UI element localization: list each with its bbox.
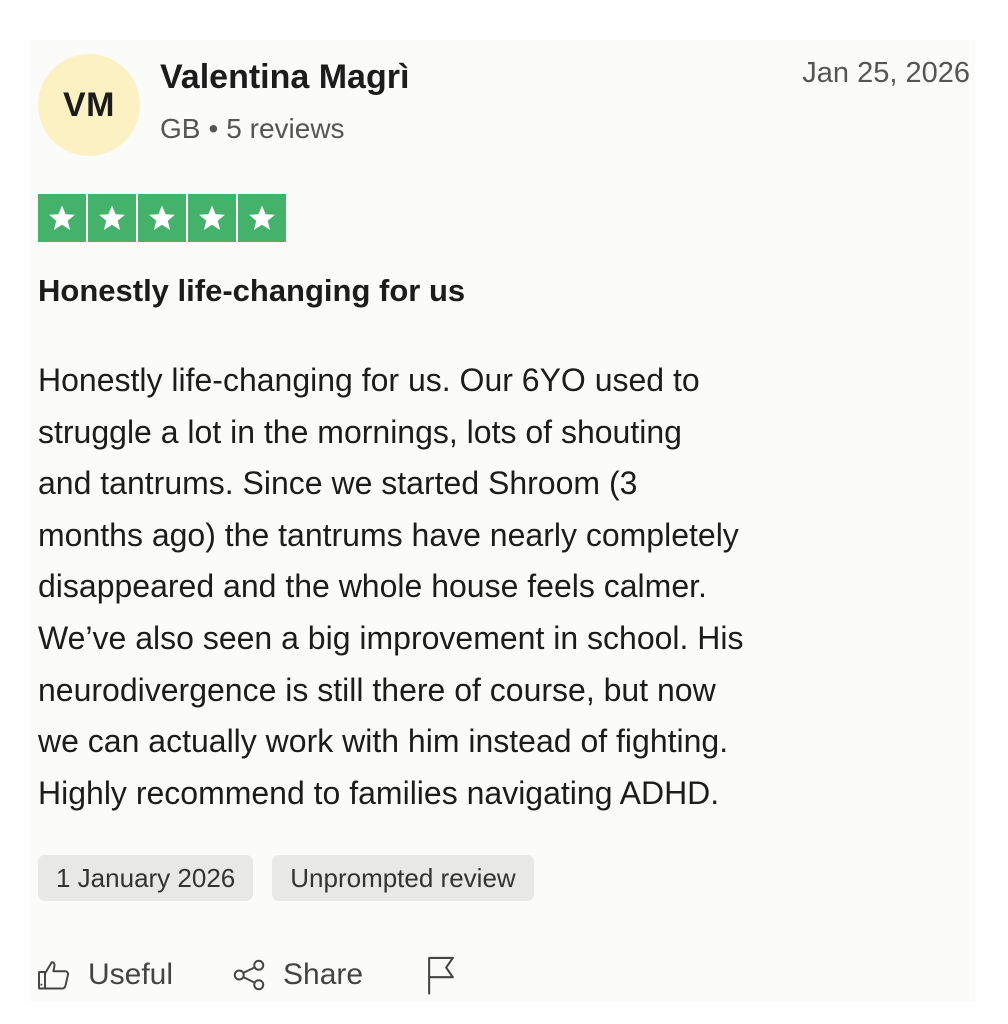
star-icon: [238, 194, 286, 242]
avatar: VM: [38, 54, 140, 156]
useful-label: Useful: [88, 958, 174, 991]
star-icon: [88, 194, 136, 242]
review-type-tag[interactable]: Unprompted review: [272, 855, 534, 901]
report-button[interactable]: [423, 955, 459, 995]
star-icon: [138, 194, 186, 242]
experience-date-tag: 1 January 2026: [38, 855, 254, 901]
review-actions: Useful Share: [36, 955, 459, 995]
review-title[interactable]: Honestly life-changing for us: [38, 273, 465, 309]
share-button[interactable]: Share: [231, 957, 363, 993]
thumbs-up-icon: [36, 957, 72, 993]
share-icon: [231, 957, 267, 993]
share-label: Share: [283, 958, 364, 991]
reviewer-name[interactable]: Valentina Magrì: [160, 58, 409, 97]
meta-separator: •: [208, 113, 219, 144]
review-date: Jan 25, 2026: [802, 57, 970, 89]
avatar-initials: VM: [63, 85, 115, 124]
star-rating: [38, 194, 286, 242]
reviewer-country: GB: [160, 113, 201, 144]
review-body: Honestly life-changing for us. Our 6YO u…: [38, 362, 744, 811]
reviewer-review-count: 5 reviews: [226, 113, 345, 144]
star-icon: [188, 194, 236, 242]
star-icon: [38, 194, 86, 242]
review-tags: 1 January 2026 Unprompted review: [38, 855, 534, 901]
flag-icon: [423, 955, 459, 995]
useful-button[interactable]: Useful: [36, 957, 173, 993]
reviewer-meta: GB • 5 reviews: [160, 113, 345, 145]
